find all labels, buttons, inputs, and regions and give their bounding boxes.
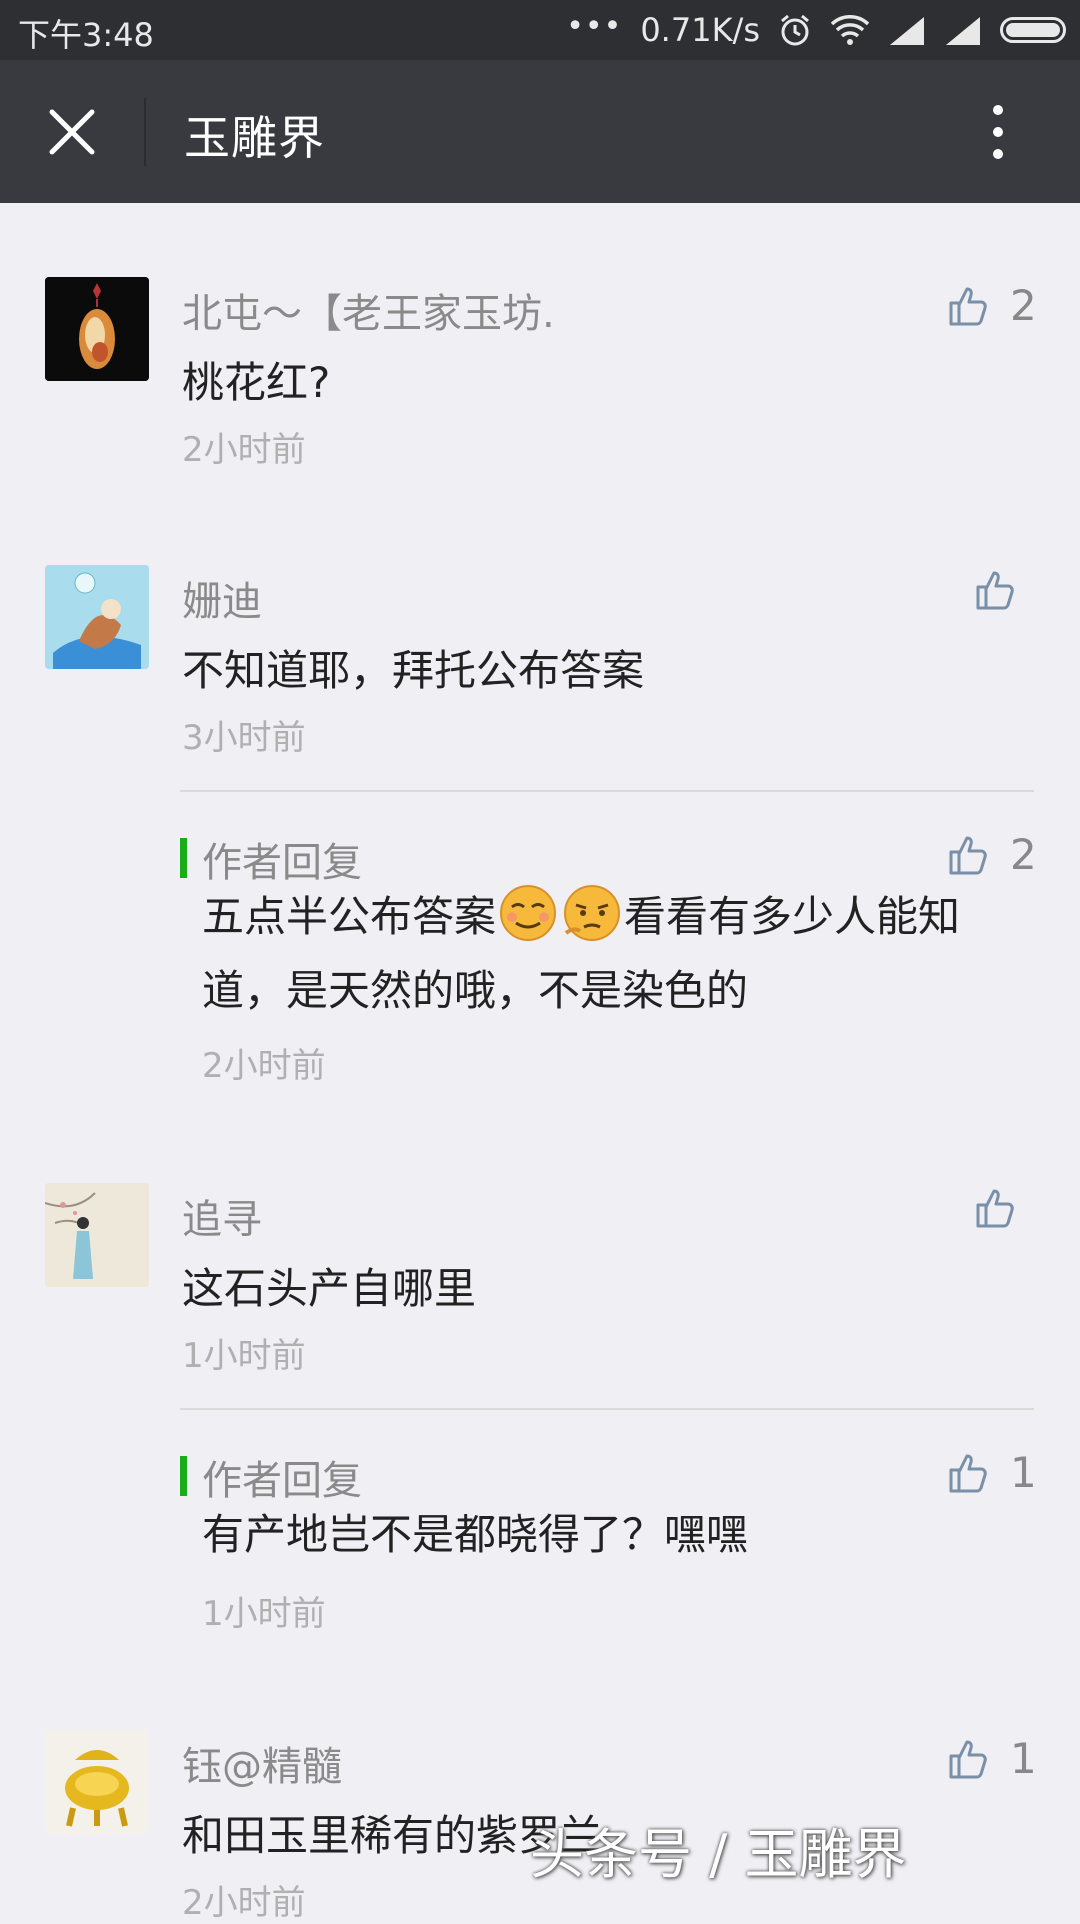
comment-text: 桃花红? bbox=[182, 358, 331, 407]
reply-accent-bar bbox=[180, 838, 187, 878]
thumbs-up-icon bbox=[949, 1454, 987, 1492]
like-button[interactable] bbox=[975, 1187, 1037, 1229]
commenter-name[interactable]: 姗迪 bbox=[182, 569, 262, 627]
avatar[interactable] bbox=[45, 277, 149, 381]
reply-text: 五点半公布答案 看看有多少人能知道，是天然的哦，不是染色的 bbox=[202, 880, 1022, 1028]
avatar[interactable] bbox=[45, 565, 149, 669]
thumbs-up-icon bbox=[949, 287, 987, 325]
wifi-icon bbox=[830, 15, 870, 45]
thumbs-up-icon bbox=[976, 1189, 1014, 1228]
comment-text: 不知道耶，拜托公布答案 bbox=[182, 646, 645, 695]
signal-icon-1 bbox=[890, 17, 924, 45]
reply-text: 有产地岂不是都晓得了？嘿嘿 bbox=[202, 1510, 749, 1559]
thumbs-up-icon bbox=[949, 1740, 987, 1778]
like-count: 2 bbox=[1010, 830, 1037, 879]
jade-pendant-image bbox=[45, 277, 149, 381]
reply-text-part: 五点半公布答案 bbox=[202, 892, 497, 941]
status-time: 下午3:48 bbox=[18, 16, 154, 54]
like-count: 2 bbox=[1010, 281, 1037, 330]
smirk-emoji-icon bbox=[500, 885, 557, 941]
cartoon-avatar-image bbox=[45, 565, 149, 669]
commenter-name[interactable]: 钰@精髓 bbox=[182, 1734, 342, 1792]
like-count: 1 bbox=[1010, 1734, 1037, 1783]
more-notifications-icon: ••• bbox=[566, 8, 623, 44]
commenter-name[interactable]: 追寻 bbox=[182, 1187, 262, 1245]
divider bbox=[180, 790, 1034, 792]
close-icon[interactable] bbox=[38, 98, 106, 166]
alarm-icon bbox=[781, 14, 809, 46]
comment-time: 2小时前 bbox=[182, 430, 306, 470]
golden-censer-image bbox=[45, 1730, 149, 1834]
like-button[interactable]: 1 bbox=[948, 1734, 1037, 1783]
reply-accent-bar bbox=[180, 1456, 187, 1496]
more-options-icon[interactable] bbox=[976, 98, 1020, 166]
page-title: 玉雕界 bbox=[184, 111, 325, 165]
commenter-name[interactable]: 北屯～【老王家玉坊. bbox=[182, 281, 555, 339]
header-divider bbox=[144, 98, 146, 166]
like-button[interactable] bbox=[975, 569, 1037, 611]
like-button[interactable]: 1 bbox=[948, 1448, 1037, 1497]
avatar[interactable] bbox=[45, 1183, 149, 1287]
reply-time: 2小时前 bbox=[202, 1046, 326, 1086]
avatar[interactable] bbox=[45, 1730, 149, 1834]
app-header: 玉雕界 bbox=[0, 60, 1080, 203]
comment-text: 这石头产自哪里 bbox=[182, 1264, 477, 1313]
watermark: 头条号 / 玉雕界 bbox=[530, 1823, 907, 1886]
battery-icon bbox=[1000, 17, 1066, 43]
thumbs-up-icon bbox=[976, 571, 1014, 610]
comment-time: 3小时前 bbox=[182, 718, 306, 758]
network-speed: 0.71K/s bbox=[640, 11, 760, 49]
like-count: 1 bbox=[1010, 1448, 1037, 1497]
status-bar: 下午3:48 ••• 0.71K/s bbox=[0, 0, 1080, 60]
status-icons: ••• 0.71K/s bbox=[566, 8, 1066, 52]
reply-time: 1小时前 bbox=[202, 1594, 326, 1634]
like-button[interactable]: 2 bbox=[948, 281, 1037, 330]
comment-time: 1小时前 bbox=[182, 1336, 306, 1376]
painting-avatar-image bbox=[45, 1183, 149, 1287]
signal-icon-2 bbox=[946, 17, 980, 45]
like-button[interactable]: 2 bbox=[948, 830, 1037, 879]
thumbs-up-icon bbox=[949, 836, 987, 874]
divider bbox=[180, 1408, 1034, 1410]
comment-time: 2小时前 bbox=[182, 1883, 306, 1923]
thinking-emoji-icon bbox=[564, 885, 621, 941]
